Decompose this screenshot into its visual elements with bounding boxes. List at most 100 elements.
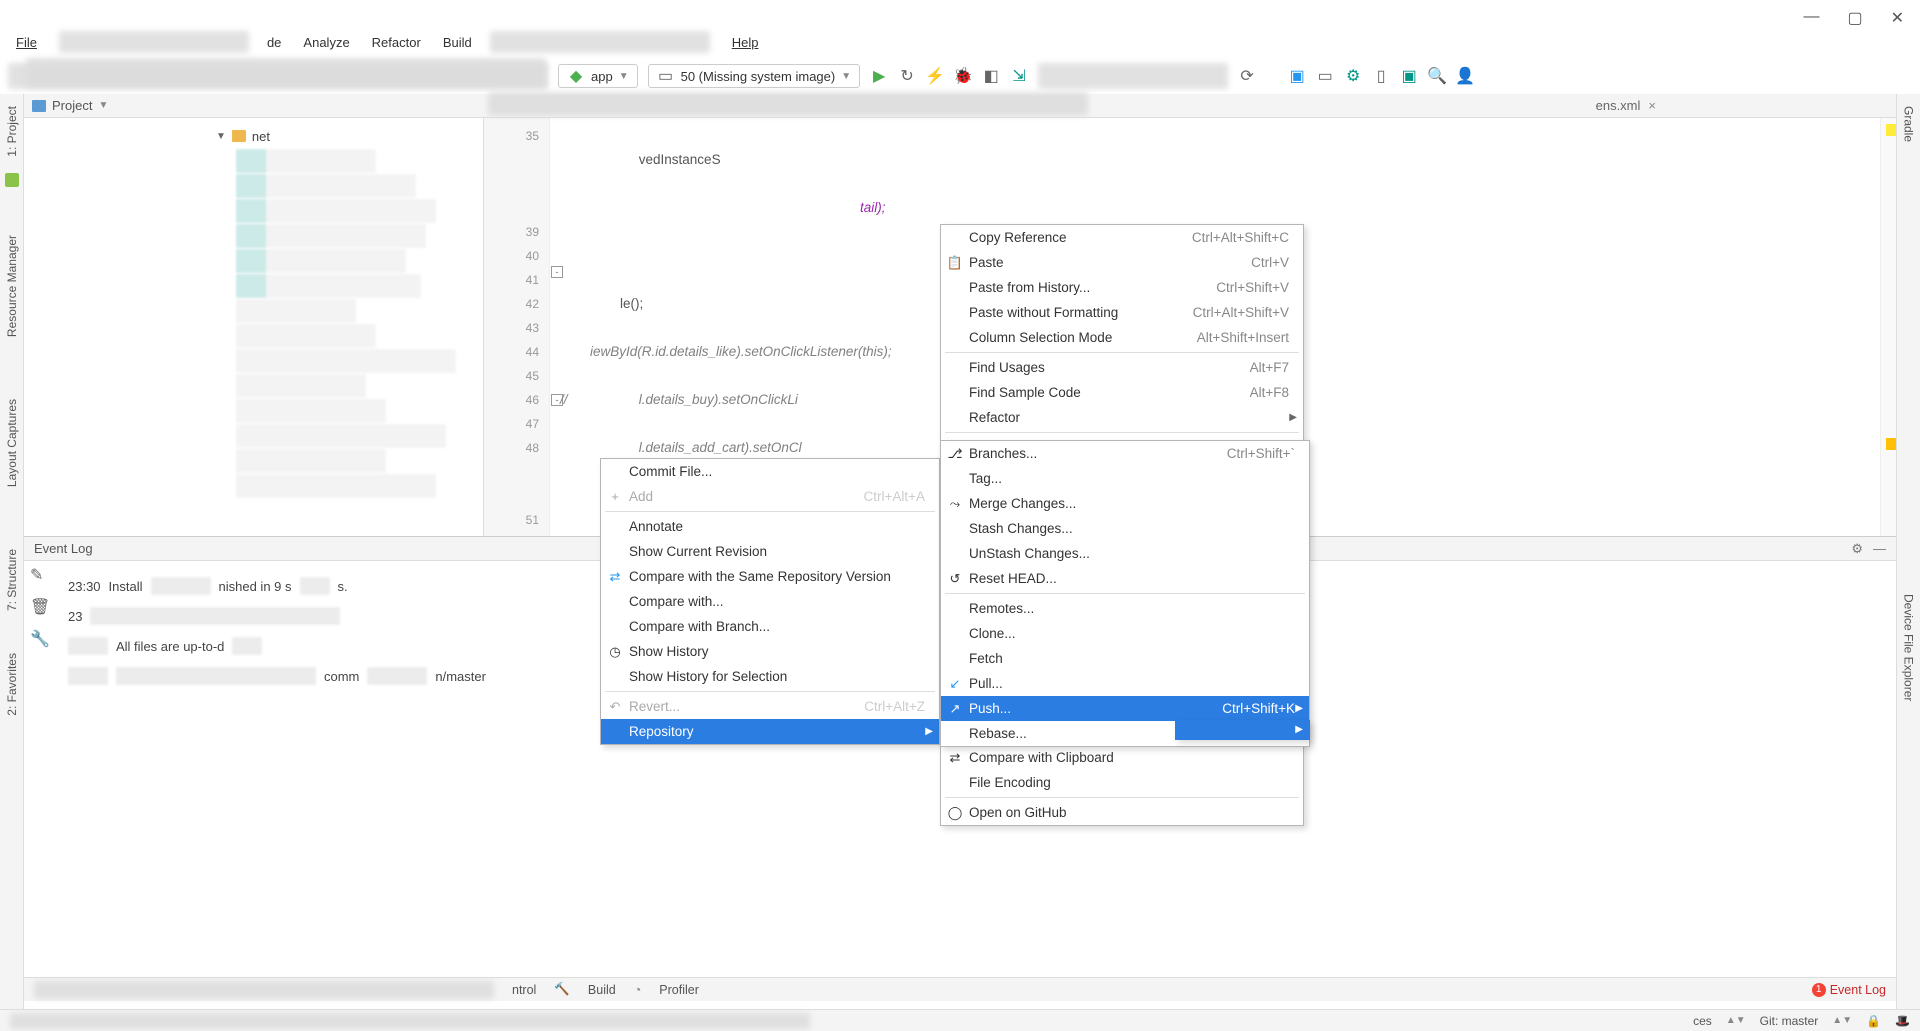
project-structure-icon[interactable]: ▣: [1288, 67, 1306, 85]
menu-item-repository[interactable]: Repository▶: [601, 719, 939, 744]
line-number: 42: [484, 292, 539, 316]
device-manager-icon[interactable]: ▯: [1372, 67, 1390, 85]
menu-item-revert[interactable]: ↶Revert...Ctrl+Alt+Z: [601, 694, 939, 719]
menu-item-compare-clipboard[interactable]: ⇄Compare with Clipboard: [941, 745, 1303, 770]
right-tab-gradle[interactable]: Gradle: [1900, 102, 1918, 146]
device-icon: ▭: [657, 67, 675, 85]
menu-item-reset-head[interactable]: ↺Reset HEAD...: [941, 566, 1309, 591]
run-icon[interactable]: ▶: [870, 67, 888, 85]
menu-item-commit-file[interactable]: Commit File...: [601, 459, 939, 484]
line-number: 48: [484, 436, 539, 460]
trash-icon[interactable]: 🗑: [30, 597, 50, 617]
dropdown-icon[interactable]: ▼: [98, 100, 108, 111]
project-panel-title: Project: [52, 98, 92, 113]
left-tab-resource-manager[interactable]: Resource Manager: [3, 231, 21, 341]
sdk-manager-icon[interactable]: ▣: [1400, 67, 1418, 85]
menu-item-remotes[interactable]: Remotes...: [941, 596, 1309, 621]
maximize-button[interactable]: ▢: [1847, 8, 1862, 28]
user-icon[interactable]: 👤: [1456, 67, 1474, 85]
menu-item-find-sample[interactable]: Find Sample CodeAlt+F8: [941, 380, 1303, 405]
gear-icon[interactable]: ⚙: [1851, 541, 1863, 557]
minimize-panel-icon[interactable]: —: [1873, 541, 1886, 557]
close-button[interactable]: ✕: [1891, 8, 1904, 28]
menu-item-column-mode[interactable]: Column Selection ModeAlt+Shift+Insert: [941, 325, 1303, 350]
module-selector[interactable]: ◆ app ▼: [558, 64, 638, 88]
menu-item-paste-history[interactable]: Paste from History...Ctrl+Shift+V: [941, 275, 1303, 300]
apply-changes-icon[interactable]: ↻: [898, 67, 916, 85]
status-git-branch[interactable]: Git: master: [1760, 1014, 1819, 1028]
menu-item-refactor-submenu[interactable]: Refactor▶: [941, 405, 1303, 430]
lightning-icon[interactable]: ⚡: [926, 67, 944, 85]
compare-icon: ⇄: [947, 750, 963, 766]
menu-item-branches[interactable]: ⎇Branches...Ctrl+Shift+`: [941, 441, 1309, 466]
avd-manager-icon[interactable]: ⚙: [1344, 67, 1362, 85]
github-icon: ◯: [947, 805, 963, 821]
wrench-icon[interactable]: 🔧: [30, 629, 50, 649]
layout-inspector-icon[interactable]: ▭: [1316, 67, 1334, 85]
left-tab-structure[interactable]: 7: Structure: [3, 545, 21, 615]
menu-item-copy-reference[interactable]: Copy ReferenceCtrl+Alt+Shift+C: [941, 225, 1303, 250]
menu-item-fetch[interactable]: Fetch: [941, 646, 1309, 671]
main-menu-bar: File de Analyze Refactor Build Help: [0, 28, 1920, 56]
lock-icon[interactable]: 🔒: [1866, 1014, 1881, 1028]
menu-item-annotate[interactable]: Annotate: [601, 514, 939, 539]
menu-item-file-encoding[interactable]: File Encoding: [941, 770, 1303, 795]
left-tab-project[interactable]: 1: Project: [3, 102, 21, 161]
debug-android-icon[interactable]: 🐞: [954, 67, 972, 85]
pull-arrow-icon: ↙: [947, 676, 963, 692]
minimize-button[interactable]: —: [1803, 8, 1819, 28]
menu-item-show-history[interactable]: ◷Show History: [601, 639, 939, 664]
close-tab-icon[interactable]: ×: [1648, 98, 1656, 113]
bottom-tab-build[interactable]: Build: [588, 983, 616, 997]
menu-item-show-history-selection[interactable]: Show History for Selection: [601, 664, 939, 689]
tree-node-net[interactable]: ▼ net: [36, 124, 471, 148]
push-arrow-icon: ↗: [947, 701, 963, 717]
line-number: 47: [484, 412, 539, 436]
bottom-tab-event-log[interactable]: 1 Event Log: [1812, 983, 1886, 997]
profiler-icon[interactable]: ◧: [982, 67, 1000, 85]
menu-analyze[interactable]: Analyze: [299, 33, 353, 52]
search-icon[interactable]: 🔍: [1428, 67, 1446, 85]
menu-item-merge[interactable]: ⤳Merge Changes...: [941, 491, 1309, 516]
menu-refactor[interactable]: Refactor: [368, 33, 425, 52]
dropdown-icon: ▼: [619, 71, 629, 82]
hat-icon[interactable]: 🎩: [1895, 1014, 1910, 1028]
submenu-flyout-indicator: ▶: [1175, 720, 1310, 740]
edit-icon[interactable]: ✎: [30, 565, 50, 585]
menu-item-compare-with[interactable]: Compare with...: [601, 589, 939, 614]
menu-item-add[interactable]: +AddCtrl+Alt+A: [601, 484, 939, 509]
menu-item-tag[interactable]: Tag...: [941, 466, 1309, 491]
menu-item-unstash[interactable]: UnStash Changes...: [941, 541, 1309, 566]
dropdown-icon: ▼: [841, 71, 851, 82]
context-menu-vcs: Commit File... +AddCtrl+Alt+A Annotate S…: [600, 458, 940, 745]
menu-help[interactable]: Help: [724, 33, 767, 52]
left-tab-layout-captures[interactable]: Layout Captures: [3, 395, 21, 491]
left-tab-favorites[interactable]: 2: Favorites: [3, 649, 21, 720]
menu-item-compare-same-repo[interactable]: ⇄Compare with the Same Repository Versio…: [601, 564, 939, 589]
bottom-tab-version-control[interactable]: ntrol: [512, 983, 536, 997]
menu-item-compare-branch[interactable]: Compare with Branch...: [601, 614, 939, 639]
menu-item-open-github[interactable]: ◯Open on GitHub: [941, 800, 1303, 825]
line-number: 46: [484, 388, 539, 412]
device-selector[interactable]: ▭ 50 (Missing system image) ▼: [648, 64, 861, 88]
right-tab-device-file-explorer[interactable]: Device File Explorer: [1900, 590, 1918, 705]
menu-item-paste[interactable]: 📋PasteCtrl+V: [941, 250, 1303, 275]
line-number: 45: [484, 364, 539, 388]
menu-item-find-usages[interactable]: Find UsagesAlt+F7: [941, 355, 1303, 380]
menu-item-stash[interactable]: Stash Changes...: [941, 516, 1309, 541]
bottom-tab-profiler[interactable]: Profiler: [659, 983, 699, 997]
menu-item-show-current-revision[interactable]: Show Current Revision: [601, 539, 939, 564]
menu-item-push[interactable]: ↗Push...Ctrl+Shift+K▶: [941, 696, 1309, 721]
line-number: 39: [484, 220, 539, 244]
menu-item-pull[interactable]: ↙Pull...: [941, 671, 1309, 696]
line-number: 41: [484, 268, 539, 292]
reload-icon[interactable]: ⟳: [1238, 67, 1256, 85]
attach-icon[interactable]: ⇲: [1010, 67, 1028, 85]
revert-icon: ↶: [607, 699, 623, 715]
menu-code-partial[interactable]: de: [263, 33, 285, 52]
menu-file[interactable]: File: [8, 33, 45, 52]
menu-build[interactable]: Build: [439, 33, 476, 52]
editor-tab[interactable]: ens.xml: [1596, 98, 1641, 113]
menu-item-clone[interactable]: Clone...: [941, 621, 1309, 646]
menu-item-paste-plain[interactable]: Paste without FormattingCtrl+Alt+Shift+V: [941, 300, 1303, 325]
